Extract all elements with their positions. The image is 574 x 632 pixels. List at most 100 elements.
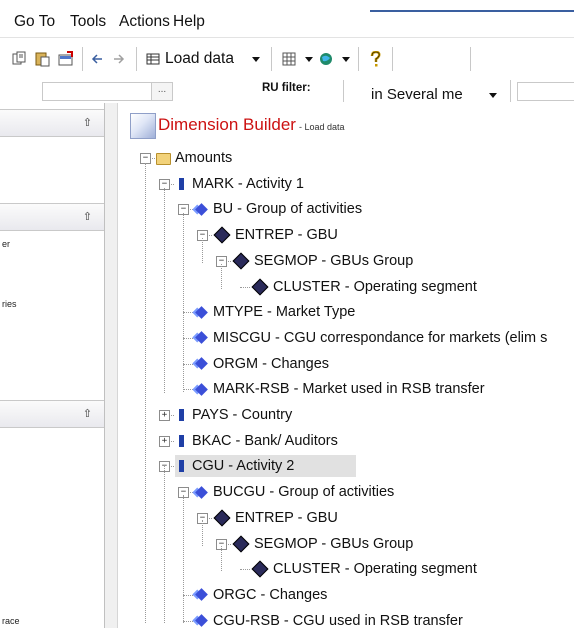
tree-node-cluster-2[interactable]: CLUSTER - Operating segment (240, 558, 477, 580)
forward-arrow-icon[interactable] (110, 50, 126, 68)
property-diamond-icon (195, 485, 208, 499)
copy-icon[interactable] (12, 50, 28, 68)
tree-connector-line (164, 188, 165, 393)
tree-node-segmop-2[interactable]: − SEGMOP - GBUs Group (216, 533, 414, 555)
menu-go-to[interactable]: Go To (14, 13, 55, 31)
collapse-icon[interactable]: ⇧ (83, 210, 92, 223)
tree-node-cgu-rsb[interactable]: CGU-RSB - CGU used in RSB transfer (183, 610, 463, 632)
paste-icon[interactable] (35, 50, 51, 68)
tree-node-label: BU - Group of activities (213, 201, 363, 218)
tree-node-label: CLUSTER - Operating segment (273, 278, 477, 295)
level-diamond-icon (213, 226, 231, 244)
folder-icon (156, 153, 171, 165)
menu-tools[interactable]: Tools (70, 13, 106, 31)
tree-connector-line (202, 520, 203, 546)
tree-node-label: ENTREP - GBU (235, 509, 338, 526)
left-panel-header-1[interactable]: ⇧ (0, 109, 104, 137)
ru-filter-select[interactable]: in Several me (343, 80, 511, 103)
tree-connector-line (183, 495, 184, 623)
collapse-icon[interactable]: ⇧ (83, 407, 92, 420)
dimension-bar-icon (179, 460, 184, 473)
globe-icon[interactable] (319, 50, 333, 68)
tree-node-segmop[interactable]: − SEGMOP - GBUs Group (216, 250, 413, 272)
dimension-bar-icon (179, 434, 184, 447)
tree-node-orgm[interactable]: ORGM - Changes (183, 353, 330, 375)
pane-splitter[interactable] (105, 103, 118, 628)
left-panel-text-1: er (2, 239, 11, 249)
grid-dropdown-arrow[interactable] (304, 50, 314, 68)
level-diamond-icon (232, 252, 250, 270)
left-panel-text-3: race (2, 616, 20, 626)
dimension-bar-icon (179, 177, 184, 190)
tree-node-cluster[interactable]: CLUSTER - Operating segment (240, 276, 477, 298)
tree-node-mtype[interactable]: MTYPE - Market Type (183, 301, 356, 323)
level-diamond-icon (251, 278, 269, 295)
property-diamond-icon (195, 614, 208, 627)
filter-input-right[interactable] (517, 82, 574, 101)
tree-node-label: ENTREP - GBU (235, 227, 338, 244)
tree-connector-line (164, 465, 165, 623)
level-diamond-icon (251, 560, 269, 578)
tree-node-label: ORGM - Changes (213, 355, 330, 372)
dimension-tree: − Amounts − MARK - Activity 1 − BU - Group of… (118, 103, 574, 629)
property-diamond-icon (195, 203, 208, 216)
tree-node-label: MTYPE - Market Type (213, 304, 356, 321)
tree-node-pays[interactable]: + PAYS - Country (159, 404, 293, 426)
collapse-icon[interactable]: ⇧ (83, 116, 92, 129)
tree-node-bucgu[interactable]: − BUCGU - Group of activities (178, 481, 395, 503)
tree-node-orgc[interactable]: ORGC - Changes (183, 584, 327, 606)
properties-icon[interactable] (58, 50, 74, 68)
tree-node-amounts[interactable]: − Amounts (140, 147, 233, 169)
left-panel-text-2: ries (2, 299, 17, 309)
property-diamond-icon (195, 331, 208, 345)
level-diamond-icon (232, 535, 250, 552)
ru-filter-dropdown-arrow[interactable] (488, 90, 498, 100)
menu-actions[interactable]: Actions (119, 13, 170, 31)
expand-icon[interactable]: + (159, 435, 170, 447)
property-diamond-icon (195, 382, 208, 396)
tree-node-mark[interactable]: − MARK - Activity 1 (159, 173, 304, 195)
left-panel-header-3[interactable]: ⇧ (0, 400, 104, 428)
filter-input[interactable] (42, 82, 152, 101)
help-icon[interactable] (368, 50, 382, 68)
property-diamond-icon (195, 588, 208, 602)
tree-connector-line (221, 546, 222, 571)
globe-dropdown-arrow[interactable] (341, 50, 351, 68)
menu-help[interactable]: Help (173, 13, 205, 31)
tree-connector-line (221, 264, 222, 289)
dimension-bar-icon (179, 409, 184, 421)
tree-node-label: MARK - Activity 1 (192, 175, 304, 192)
tree-node-label: BUCGU - Group of activities (213, 484, 395, 501)
tree-node-label: Amounts (175, 150, 233, 166)
tree-node-mark-rsb[interactable]: MARK-RSB - Market used in RSB transfer (183, 378, 485, 400)
tree-node-label: BKAC - Bank/ Auditors (192, 432, 338, 449)
ru-filter-value: in Several me (371, 86, 463, 103)
tree-node-label: CLUSTER - Operating segment (273, 561, 477, 578)
tree-connector-line (202, 238, 203, 263)
ru-filter-label: RU filter: (262, 82, 311, 94)
tree-node-miscgu[interactable]: MISCGU - CGU correspondance for markets … (183, 327, 548, 349)
tree-node-label: MISCGU - CGU correspondance for markets … (213, 329, 548, 346)
left-panel-header-2[interactable]: ⇧ (0, 203, 104, 231)
level-diamond-icon (213, 509, 231, 527)
load-data-dropdown-arrow[interactable] (251, 50, 261, 68)
tree-node-label: SEGMOP - GBUs Group (254, 535, 414, 552)
grid-icon[interactable] (282, 50, 296, 68)
tree-node-bu[interactable]: − BU - Group of activities (178, 198, 363, 220)
back-arrow-icon[interactable] (90, 50, 106, 68)
table-icon (146, 53, 160, 65)
menu-bar: Go To Tools Actions Help (0, 0, 574, 34)
tree-connector-line (183, 213, 184, 392)
tree-node-cgu[interactable]: − CGU - Activity 2 (159, 455, 356, 478)
load-data-label: Load data (165, 50, 234, 67)
toolbar: Load data (0, 37, 574, 80)
tree-node-entrep[interactable]: − ENTREP - GBU (197, 224, 338, 246)
tree-node-entrep-2[interactable]: − ENTREP - GBU (197, 507, 338, 529)
tree-node-bkac[interactable]: + BKAC - Bank/ Auditors (159, 430, 338, 452)
tree-node-label: PAYS - Country (192, 407, 293, 423)
filter-bar: ... RU filter: in Several me (0, 79, 574, 104)
left-pane: ⇧ ⇧ er ries ⇧ race (0, 103, 105, 628)
ellipsis-button[interactable]: ... (151, 82, 173, 101)
load-data-button[interactable]: Load data (146, 50, 234, 68)
expand-icon[interactable]: + (159, 410, 170, 421)
